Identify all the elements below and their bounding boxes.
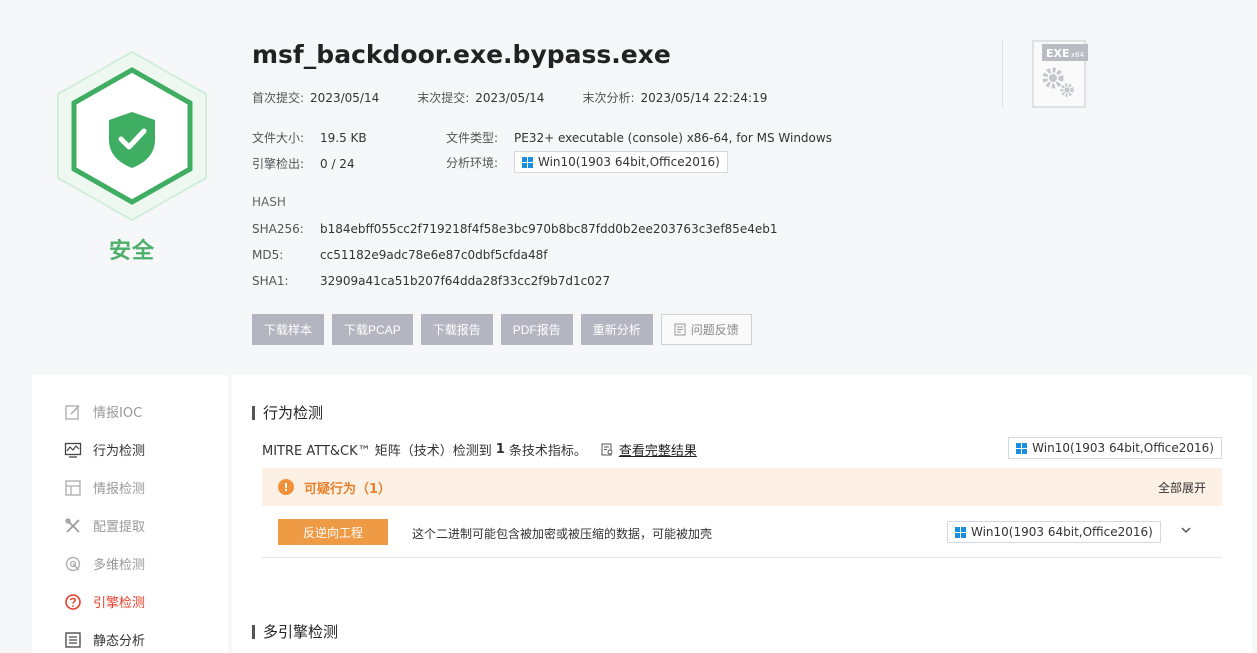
action-buttons: 下载样本 下载PCAP 下载报告 PDF报告 重新分析 问题反馈 [252, 314, 752, 345]
sha256-label: SHA256: [252, 222, 304, 236]
view-full-results-label: 查看完整结果 [618, 444, 697, 459]
analysis-env-label: 分析环境: [446, 155, 499, 170]
last-analysis-label: 末次分析: [582, 91, 635, 105]
exe-file-icon: EXE x64 [1032, 40, 1088, 108]
sidebar-item-static[interactable]: 静态分析 [64, 630, 145, 649]
file-icon-text: EXE [1046, 47, 1070, 60]
rule-description: 这个二进制可能包含被加密或被压缩的数据，可能被加壳 [412, 527, 713, 541]
file-icon-sub: x64 [1071, 51, 1085, 59]
monitor-chart-icon [64, 442, 82, 458]
md5-value: cc51182e9adc78e6e87c0dbf5cfda48f [320, 248, 548, 262]
windows-icon [955, 526, 966, 538]
pdf-report-button[interactable]: PDF报告 [500, 314, 573, 345]
main-panel: 行为检测 MITRE ATT&CK™ 矩阵（技术）检测到 1 条技术指标。 查看… [232, 375, 1252, 653]
analysis-env-chip[interactable]: Win10(1903 64bit,Office2016) [514, 151, 728, 173]
engine-detect-value: 0 / 24 [320, 157, 355, 171]
sidebar-item-label: 情报IOC [93, 406, 143, 421]
file-type-value: PE32+ executable (console) x86-64, for M… [514, 131, 832, 145]
tools-icon [65, 517, 80, 533]
submission-dates: 首次提交: 2023/05/14 末次提交: 2023/05/14 末次分析: 2023/… [252, 89, 773, 106]
sidebar-item-label: 行为检测 [93, 444, 146, 459]
sha256-row: SHA256: b184ebff055cc2f719218f4f58e3bc970… [252, 222, 777, 236]
sidebar-item-behavior[interactable]: 行为检测 [64, 440, 145, 459]
sha256-value: b184ebff055cc2f719218f4f58e3bc970b8bc87f… [320, 222, 778, 236]
anti-reverse-tag: 反逆向工程 [278, 519, 388, 545]
mitre-prefix: MITRE ATT&CK™ 矩阵（技术）检测到 [262, 444, 492, 459]
sidebar-item-engine[interactable]: 引擎检测 [64, 592, 145, 611]
file-type-row: 文件类型: PE32+ executable (console) x86-64, … [446, 129, 832, 146]
view-full-results-link[interactable]: 查看完整结果 [601, 440, 697, 459]
file-name-title: msf_backdoor.exe.bypass.exe [252, 40, 671, 69]
feedback-button[interactable]: 问题反馈 [660, 314, 752, 345]
mitre-count: 1 [495, 442, 505, 457]
file-size-label: 文件大小: [252, 131, 305, 145]
download-report-button[interactable]: 下载报告 [420, 314, 493, 345]
sha1-label: SHA1: [252, 274, 289, 288]
file-size-value: 19.5 KB [320, 131, 367, 145]
analysis-env-value: Win10(1903 64bit,Office2016) [538, 155, 720, 169]
md5-row: MD5: cc51182e9adc78e6e87c0dbf5cfda48f [252, 248, 548, 262]
sidebar-item-intel[interactable]: 情报检测 [64, 478, 145, 497]
suspicious-behavior-header[interactable]: ! 可疑行为（1） 全部展开 [262, 468, 1222, 506]
engine-detect-label: 引擎检出: [252, 157, 305, 171]
first-submit-value: 2023/05/14 [310, 91, 380, 105]
sidebar-item-label: 多维检测 [93, 558, 146, 573]
sidebar-item-ioc[interactable]: 情报IOC [64, 402, 142, 421]
sidebar-item-label: 静态分析 [93, 634, 146, 649]
edit-icon [65, 404, 80, 420]
sidebar-item-label: 情报检测 [93, 482, 146, 497]
first-submit-label: 首次提交: [252, 91, 305, 105]
mitre-summary: MITRE ATT&CK™ 矩阵（技术）检测到 1 条技术指标。 查看完整结果 [262, 440, 697, 459]
md5-label: MD5: [252, 248, 284, 262]
header-divider [1002, 40, 1003, 108]
sidebar-item-label: 配置提取 [93, 520, 146, 535]
sha1-row: SHA1: 32909a41ca51b207f64dda28f33cc2f9b7d… [252, 274, 610, 288]
download-sample-button[interactable]: 下载样本 [252, 314, 325, 345]
question-circle-icon [65, 593, 81, 610]
warning-icon: ! [278, 479, 294, 495]
multi-engine-section-title: 多引擎检测 [252, 621, 338, 642]
feedback-label: 问题反馈 [690, 323, 739, 337]
engine-detect-row: 引擎检出: 0 / 24 [252, 155, 355, 172]
radar-icon [65, 556, 81, 571]
rule-env-value: Win10(1903 64bit,Office2016) [971, 525, 1153, 539]
sidebar-item-multi[interactable]: 多维检测 [64, 554, 145, 573]
last-analysis-value: 2023/05/14 22:24:19 [640, 91, 768, 105]
sidebar: 情报IOC 行为检测 情报检测 配置提取 多维检测 引擎检测 静态分析 [32, 375, 228, 653]
file-size-row: 文件大小: 19.5 KB [252, 129, 367, 146]
windows-icon [522, 156, 533, 168]
last-submit-label: 末次提交: [417, 91, 470, 105]
expand-all-button[interactable]: 全部展开 [1158, 479, 1206, 496]
list-icon [65, 631, 81, 648]
behavior-env-value: Win10(1903 64bit,Office2016) [1032, 441, 1214, 455]
file-type-label: 文件类型: [446, 131, 499, 145]
layout-icon [65, 479, 81, 496]
chevron-down-icon[interactable] [1178, 522, 1194, 538]
suspicious-behavior-title: 可疑行为（1） [304, 481, 392, 497]
document-search-icon [601, 443, 613, 456]
behavior-env-chip[interactable]: Win10(1903 64bit,Office2016) [1008, 437, 1222, 459]
windows-icon [1016, 442, 1028, 454]
sidebar-item-label: 引擎检测 [93, 596, 146, 611]
mitre-suffix: 条技术指标。 [508, 444, 587, 459]
verdict-label: 安全 [108, 239, 155, 264]
analysis-env-row: 分析环境: Win10(1903 64bit,Office2016) [446, 151, 728, 173]
sha1-value: 32909a41ca51b207f64dda28f33cc2f9b7d1c027 [320, 274, 611, 288]
rule-env-chip: Win10(1903 64bit,Office2016) [947, 521, 1161, 543]
sidebar-item-config[interactable]: 配置提取 [64, 516, 145, 535]
last-submit-value: 2023/05/14 [475, 91, 545, 105]
download-pcap-button[interactable]: 下载PCAP [332, 314, 413, 345]
document-icon [674, 323, 686, 336]
hash-heading: HASH [252, 195, 286, 209]
reanalyze-button[interactable]: 重新分析 [580, 314, 653, 345]
behavior-section-title: 行为检测 [252, 402, 323, 423]
behavior-rule-row[interactable]: 反逆向工程 这个二进制可能包含被加密或被压缩的数据，可能被加壳 Win10(19… [262, 506, 1222, 558]
